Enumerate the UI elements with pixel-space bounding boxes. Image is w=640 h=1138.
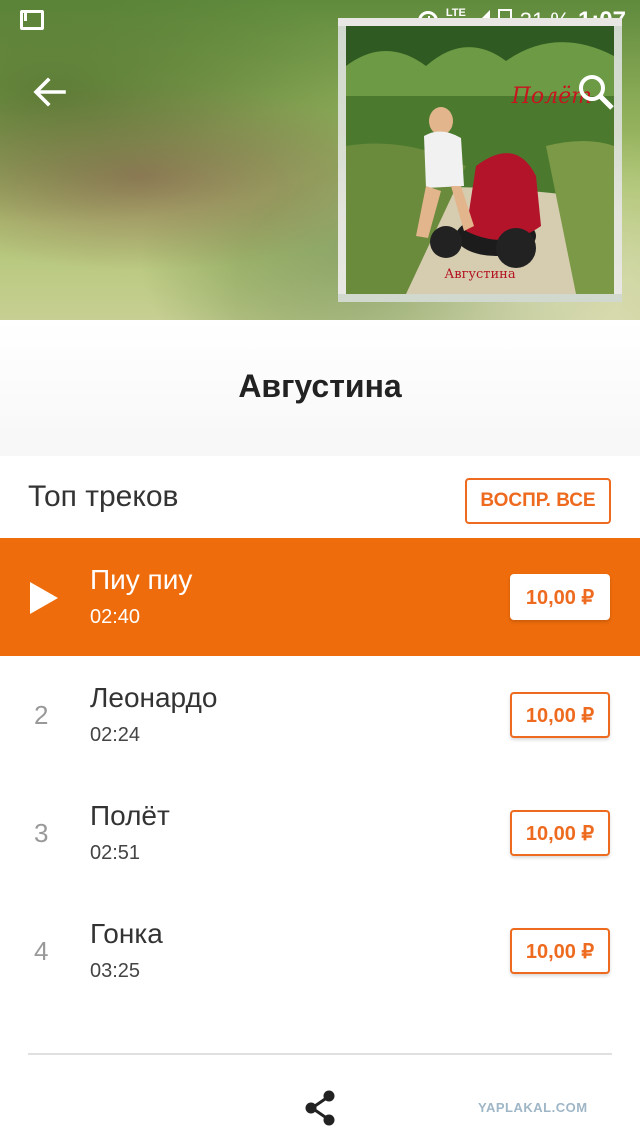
track-row[interactable]: Пиу пиу 02:40 10,00 ₽ [0, 538, 640, 656]
track-row[interactable]: 4 Гонка 03:25 10,00 ₽ [0, 892, 640, 1010]
buy-track-button[interactable]: 10,00 ₽ [510, 574, 610, 620]
search-icon [579, 75, 614, 110]
artist-header: LTE 31 % 1:07 Полёт Августина [0, 0, 640, 320]
artist-name: Августина [238, 368, 402, 404]
track-number: 2 [34, 700, 49, 730]
track-name: Полёт [90, 800, 170, 831]
buy-track-button[interactable]: 10,00 ₽ [510, 692, 610, 738]
album-cover[interactable]: Полёт Августина [338, 18, 622, 302]
track-duration: 02:40 [90, 606, 141, 628]
top-tracks-heading: Топ треков [28, 480, 179, 513]
play-icon [30, 582, 58, 614]
track-name: Пиу пиу [90, 564, 193, 595]
search-button[interactable] [576, 72, 616, 112]
track-row[interactable]: 3 Полёт 02:51 10,00 ₽ [0, 774, 640, 892]
share-icon [305, 1090, 335, 1126]
track-duration: 02:24 [90, 724, 141, 746]
buy-track-button[interactable]: 10,00 ₽ [510, 810, 610, 856]
divider [28, 1053, 612, 1055]
share-button[interactable] [300, 1088, 340, 1128]
album-cover-art [346, 26, 614, 294]
track-name: Леонардо [90, 682, 218, 713]
buy-track-button[interactable]: 10,00 ₽ [510, 928, 610, 974]
arrow-left-icon [33, 77, 66, 107]
artist-title-area: Августина [0, 320, 640, 456]
play-all-button[interactable]: ВОСПР. ВСЕ [465, 478, 611, 524]
track-duration: 02:51 [90, 842, 141, 864]
back-button[interactable] [30, 72, 70, 112]
cover-caption: Августина [444, 267, 516, 282]
track-duration: 03:25 [90, 960, 141, 982]
track-row[interactable]: 2 Леонардо 02:24 10,00 ₽ [0, 656, 640, 774]
gmail-icon [20, 10, 44, 30]
watermark: YAPLAKAL.COM [478, 1100, 588, 1115]
track-name: Гонка [90, 918, 163, 949]
track-number: 3 [34, 818, 49, 848]
track-number: 4 [34, 936, 49, 966]
